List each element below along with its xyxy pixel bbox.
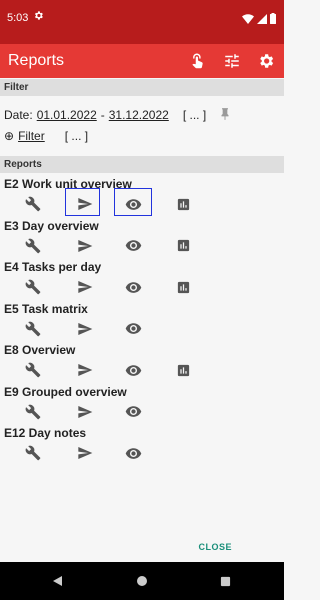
- report-item: E12 Day notes: [0, 426, 284, 468]
- wrench-icon: [25, 321, 41, 336]
- report-title: E8 Overview: [4, 343, 76, 357]
- app-bar-actions: [188, 51, 276, 71]
- eye-icon: [125, 240, 141, 251]
- back-icon[interactable]: [52, 574, 64, 592]
- view-report-button[interactable]: [122, 401, 144, 423]
- view-highlight: [114, 188, 152, 216]
- wrench-icon: [25, 279, 41, 295]
- reports-section-header: Reports: [0, 156, 284, 173]
- configure-report-button[interactable]: [22, 193, 44, 215]
- report-actions: [22, 193, 202, 215]
- signal-icon: [257, 11, 267, 29]
- battery-icon: [270, 11, 276, 29]
- add-filter-icon: ⊕: [4, 129, 15, 143]
- bar-chart-icon: [177, 364, 189, 376]
- eye-icon: [125, 447, 141, 459]
- view-report-button[interactable]: [122, 276, 144, 298]
- report-actions: [22, 276, 202, 298]
- date-separator: -: [100, 108, 105, 122]
- wrench-icon: [25, 445, 41, 461]
- report-item: E4 Tasks per day: [0, 260, 284, 302]
- send-icon: [78, 447, 93, 459]
- chart-report-button[interactable]: [172, 276, 194, 298]
- filter-more-button[interactable]: [ ... ]: [65, 129, 88, 143]
- filter-section-header: Filter: [0, 79, 284, 96]
- view-report-button[interactable]: [122, 318, 144, 340]
- date-more-button[interactable]: [ ... ]: [183, 108, 206, 122]
- eye-icon: [125, 281, 141, 293]
- chart-report-button[interactable]: [172, 235, 194, 257]
- send-icon: [78, 239, 93, 252]
- date-filter-row: Date: 01.01.2022 - 31.12.2022 [ ... ]: [4, 108, 206, 122]
- gear-icon[interactable]: [256, 51, 276, 71]
- wrench-icon: [25, 404, 41, 419]
- bar-chart-icon: [177, 281, 189, 293]
- report-actions: [22, 442, 202, 464]
- app-bar: Reports: [0, 44, 284, 78]
- report-title: E3 Day overview: [4, 218, 99, 233]
- view-report-button[interactable]: [122, 235, 144, 257]
- status-bar: 5:03: [0, 0, 284, 44]
- recents-icon[interactable]: [220, 574, 231, 592]
- wrench-icon: [25, 196, 41, 212]
- configure-report-button[interactable]: [22, 276, 44, 298]
- wrench-icon: [25, 362, 41, 378]
- bar-chart-icon: [177, 239, 189, 252]
- status-icons: [242, 11, 276, 29]
- chart-report-button[interactable]: [172, 359, 194, 381]
- send-report-button[interactable]: [74, 359, 96, 381]
- send-report-button[interactable]: [74, 442, 96, 464]
- send-icon: [78, 405, 93, 418]
- configure-report-button[interactable]: [22, 318, 44, 340]
- tune-icon[interactable]: [222, 51, 242, 71]
- configure-report-button[interactable]: [22, 442, 44, 464]
- close-button[interactable]: CLOSE: [198, 542, 232, 552]
- report-actions: [22, 235, 202, 257]
- send-report-button[interactable]: [74, 235, 96, 257]
- pin-icon[interactable]: [218, 107, 232, 126]
- date-to-link[interactable]: 31.12.2022: [109, 108, 169, 122]
- report-title: E9 Grouped overview: [4, 384, 127, 399]
- filter-link[interactable]: Filter: [18, 129, 45, 143]
- date-label: Date:: [4, 108, 33, 122]
- view-report-button[interactable]: [122, 442, 144, 464]
- report-item: E5 Task matrix: [0, 302, 284, 344]
- filter-options-row: ⊕ Filter [ ... ]: [4, 129, 88, 143]
- report-item: E3 Day overview: [0, 219, 284, 261]
- status-time: 5:03: [7, 12, 29, 24]
- send-report-button[interactable]: [74, 276, 96, 298]
- wifi-icon: [242, 11, 254, 29]
- eye-icon: [125, 364, 141, 376]
- wrench-icon: [25, 238, 41, 253]
- navigation-bar: [0, 562, 284, 600]
- report-title: E4 Tasks per day: [4, 260, 102, 274]
- report-title: E12 Day notes: [4, 426, 87, 440]
- settings-icon: [33, 10, 44, 24]
- page-title: Reports: [8, 52, 65, 69]
- eye-icon: [125, 406, 141, 417]
- send-report-button[interactable]: [74, 318, 96, 340]
- bar-chart-icon: [177, 198, 189, 210]
- touch-icon[interactable]: [188, 51, 208, 71]
- view-report-button[interactable]: [122, 359, 144, 381]
- report-item: E9 Grouped overview: [0, 385, 284, 427]
- configure-report-button[interactable]: [22, 235, 44, 257]
- configure-report-button[interactable]: [22, 359, 44, 381]
- configure-report-button[interactable]: [22, 401, 44, 423]
- report-title: E5 Task matrix: [4, 301, 88, 316]
- send-report-button[interactable]: [74, 401, 96, 423]
- send-icon: [78, 364, 93, 376]
- report-actions: [22, 318, 202, 340]
- report-actions: [22, 401, 202, 423]
- send-icon: [78, 281, 93, 293]
- eye-icon: [125, 323, 141, 334]
- report-actions: [22, 359, 202, 381]
- send-icon: [78, 322, 93, 335]
- send-highlight: [65, 188, 100, 216]
- report-item: E8 Overview: [0, 343, 284, 385]
- home-icon[interactable]: [136, 574, 148, 592]
- chart-report-button[interactable]: [172, 193, 194, 215]
- date-from-link[interactable]: 01.01.2022: [37, 108, 97, 122]
